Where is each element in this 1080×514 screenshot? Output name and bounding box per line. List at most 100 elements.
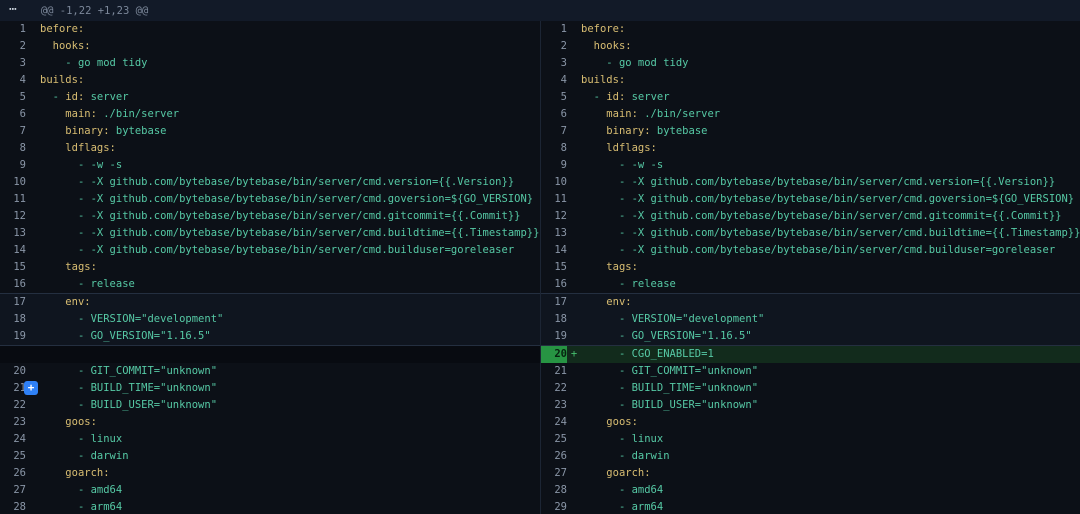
- line-number[interactable]: 18: [0, 311, 26, 328]
- line-number[interactable]: 13: [0, 225, 26, 242]
- line-number[interactable]: 21: [0, 380, 26, 397]
- line-number[interactable]: 1: [541, 21, 567, 38]
- code-line: hooks:: [581, 38, 632, 55]
- yaml-value: go mod tidy: [78, 57, 148, 69]
- line-number[interactable]: 16: [541, 276, 567, 293]
- line-number[interactable]: 24: [541, 414, 567, 431]
- line-number[interactable]: 6: [0, 106, 26, 123]
- yaml-value: -X github.com/bytebase/bytebase/bin/serv…: [91, 176, 515, 188]
- yaml-value: -X github.com/bytebase/bytebase/bin/serv…: [91, 210, 521, 222]
- line-number[interactable]: 13: [541, 225, 567, 242]
- line-number[interactable]: 26: [541, 448, 567, 465]
- yaml-value: ./bin/server: [638, 108, 720, 120]
- line-number[interactable]: 10: [541, 174, 567, 191]
- code-line: - CGO_ENABLED=1: [581, 346, 714, 363]
- line-number[interactable]: 14: [0, 242, 26, 259]
- line-number[interactable]: 12: [0, 208, 26, 225]
- code-line: - linux: [40, 431, 122, 448]
- line-number[interactable]: 20: [541, 346, 567, 363]
- marker-column: [26, 328, 40, 345]
- line-number[interactable]: 14: [541, 242, 567, 259]
- diff-row: 19 - GO_VERSION="1.16.5": [0, 328, 540, 346]
- code-line: - -X github.com/bytebase/bytebase/bin/se…: [581, 225, 1080, 242]
- code-line: - -X github.com/bytebase/bytebase/bin/se…: [581, 191, 1074, 208]
- yaml-value: -: [78, 501, 91, 513]
- line-number[interactable]: 25: [541, 431, 567, 448]
- marker-column: [26, 89, 40, 106]
- line-number[interactable]: 1: [0, 21, 26, 38]
- code-line: - -w -s: [40, 157, 122, 174]
- line-number[interactable]: 23: [541, 397, 567, 414]
- code-line: - -X github.com/bytebase/bytebase/bin/se…: [40, 242, 514, 259]
- line-number[interactable]: 3: [0, 55, 26, 72]
- diff-row: 28 - amd64: [541, 482, 1080, 499]
- line-number[interactable]: 28: [0, 499, 26, 514]
- diff-row: 12 - -X github.com/bytebase/bytebase/bin…: [0, 208, 540, 225]
- more-options-button[interactable]: ⋯: [0, 0, 27, 21]
- line-number[interactable]: 5: [541, 89, 567, 106]
- line-number[interactable]: 3: [541, 55, 567, 72]
- yaml-key: hooks:: [53, 40, 91, 52]
- line-number[interactable]: 17: [541, 294, 567, 311]
- marker-column: [567, 482, 581, 499]
- line-number[interactable]: 21: [541, 363, 567, 380]
- line-number[interactable]: 7: [0, 123, 26, 140]
- code-line: - arm64: [40, 499, 122, 514]
- diff-row: 25 - linux: [541, 431, 1080, 448]
- diff-row: 26 - darwin: [541, 448, 1080, 465]
- code-line: ldflags:: [40, 140, 116, 157]
- line-number[interactable]: 18: [541, 311, 567, 328]
- code-line: tags:: [581, 259, 638, 276]
- line-number[interactable]: 26: [0, 465, 26, 482]
- diff-row: 7 binary: bytebase: [541, 123, 1080, 140]
- line-number[interactable]: 7: [541, 123, 567, 140]
- marker-column: [567, 328, 581, 345]
- diff-row: 23 - BUILD_USER="unknown": [541, 397, 1080, 414]
- line-number[interactable]: 25: [0, 448, 26, 465]
- code-line: - GIT_COMMIT="unknown": [581, 363, 758, 380]
- line-number[interactable]: 10: [0, 174, 26, 191]
- add-comment-button[interactable]: +: [24, 381, 38, 395]
- line-number[interactable]: 5: [0, 89, 26, 106]
- code-line: - VERSION="development": [40, 311, 223, 328]
- line-number[interactable]: 15: [541, 259, 567, 276]
- line-number[interactable]: 11: [541, 191, 567, 208]
- line-number[interactable]: 11: [0, 191, 26, 208]
- code-line: - -X github.com/bytebase/bytebase/bin/se…: [40, 174, 514, 191]
- line-number[interactable]: 4: [541, 72, 567, 89]
- line-number[interactable]: 8: [0, 140, 26, 157]
- yaml-value: ./bin/server: [97, 108, 179, 120]
- code-line: - BUILD_USER="unknown": [581, 397, 758, 414]
- line-number[interactable]: 9: [0, 157, 26, 174]
- line-number[interactable]: 9: [541, 157, 567, 174]
- line-number[interactable]: 17: [0, 294, 26, 311]
- added-line-marker-icon: +: [571, 348, 577, 360]
- yaml-value: GO_VERSION="1.16.5": [632, 330, 752, 342]
- line-number[interactable]: 29: [541, 499, 567, 514]
- line-number[interactable]: 22: [0, 397, 26, 414]
- line-number[interactable]: 20: [0, 363, 26, 380]
- line-number[interactable]: 15: [0, 259, 26, 276]
- line-number[interactable]: 2: [541, 38, 567, 55]
- line-number[interactable]: 19: [541, 328, 567, 345]
- line-number[interactable]: 2: [0, 38, 26, 55]
- line-number[interactable]: 4: [0, 72, 26, 89]
- line-number[interactable]: 24: [0, 431, 26, 448]
- yaml-value: darwin: [91, 450, 129, 462]
- code-line: before:: [581, 21, 625, 38]
- yaml-value: BUILD_USER="unknown": [632, 399, 758, 411]
- line-number[interactable]: 6: [541, 106, 567, 123]
- line-number[interactable]: 23: [0, 414, 26, 431]
- line-number[interactable]: 22: [541, 380, 567, 397]
- line-number[interactable]: 16: [0, 276, 26, 293]
- yaml-value: server: [84, 91, 128, 103]
- line-number[interactable]: 27: [541, 465, 567, 482]
- diff-row: 12 - -X github.com/bytebase/bytebase/bin…: [541, 208, 1080, 225]
- yaml-value: -w -s: [91, 159, 123, 171]
- diff-row: 21 - GIT_COMMIT="unknown": [541, 363, 1080, 380]
- line-number[interactable]: 27: [0, 482, 26, 499]
- line-number[interactable]: 12: [541, 208, 567, 225]
- line-number[interactable]: 28: [541, 482, 567, 499]
- line-number[interactable]: 19: [0, 328, 26, 345]
- line-number[interactable]: 8: [541, 140, 567, 157]
